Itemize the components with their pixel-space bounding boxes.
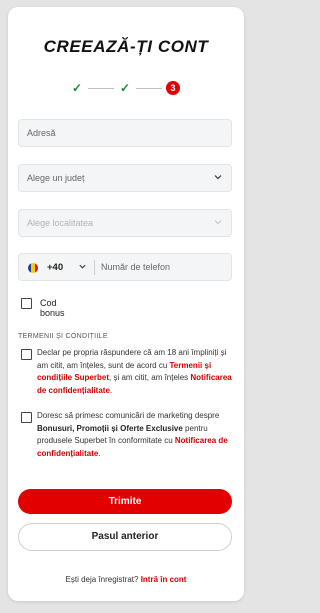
locality-select[interactable]: Alege localitatea (18, 209, 232, 237)
progress-stepper: ✓ ✓ 3 (70, 81, 182, 95)
login-question: Ești deja înregistrat? (65, 575, 139, 584)
registration-card: CREEAZĂ-ȚI CONT ✓ ✓ 3 Adresă Alege un ju… (8, 7, 244, 601)
step-3-current: 3 (166, 81, 180, 95)
address-input[interactable]: Adresă (18, 119, 232, 147)
terms-text: Declar pe propria răspundere că am 18 an… (37, 347, 237, 397)
marketing-text-part: Doresc să primesc comunicări de marketin… (37, 411, 220, 420)
submit-button[interactable]: Trimite (18, 489, 232, 514)
previous-step-button[interactable]: Pasul anterior (18, 523, 232, 551)
marketing-checkbox-box[interactable] (21, 412, 32, 423)
step-connector (136, 88, 162, 89)
locality-placeholder: Alege localitatea (27, 218, 94, 228)
phone-field[interactable]: +40 Număr de telefon (18, 253, 232, 281)
step-connector (88, 88, 114, 89)
county-select[interactable]: Alege un județ (18, 164, 232, 192)
marketing-text-part: . (98, 448, 101, 458)
romania-flag-icon (28, 263, 38, 273)
phone-number-input[interactable]: Număr de telefon (101, 262, 170, 272)
page-title: CREEAZĂ-ȚI CONT (43, 37, 209, 56)
country-code-select[interactable]: +40 (47, 262, 63, 273)
bonus-code-label: Cod bonus (40, 298, 65, 318)
chevron-down-icon (214, 175, 222, 180)
step-2-check-icon: ✓ (119, 81, 131, 95)
bonus-code-checkbox[interactable] (21, 298, 32, 309)
login-prompt: Ești deja înregistrat? Intră în cont (8, 575, 244, 584)
marketing-text: Doresc să primesc comunicări de marketin… (37, 410, 237, 460)
chevron-down-icon (214, 220, 222, 225)
terms-checkbox-box[interactable] (21, 349, 32, 360)
divider (94, 260, 95, 275)
address-placeholder: Adresă (27, 128, 56, 138)
terms-section-label: TERMENII ȘI CONDIȚIILE (18, 333, 108, 340)
terms-text-part: , și am citit, am înțeles (109, 373, 191, 382)
marketing-bold-text: Bonusuri, Promoții și Oferte Exclusive (37, 423, 183, 433)
login-link[interactable]: Intră în cont (141, 575, 187, 584)
step-1-check-icon: ✓ (71, 81, 83, 95)
terms-text-part: . (109, 385, 113, 395)
chevron-down-icon[interactable] (78, 262, 87, 271)
county-placeholder: Alege un județ (27, 173, 85, 183)
